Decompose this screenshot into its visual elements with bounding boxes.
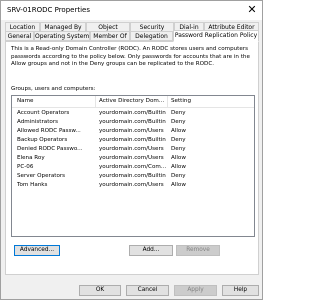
item-name: Tom Hanks [17,182,48,188]
item-name: Server Operators [17,173,66,179]
item-setting: Allow [171,182,186,188]
groups-list[interactable]: Name Active Directory Dom... Setting Acc… [11,95,255,237]
column-separator[interactable] [167,96,168,107]
item-name: Account Operators [17,110,70,116]
apply-button[interactable]: Apply [174,285,217,296]
advanced-button[interactable]: Advanced... [14,245,60,256]
item-setting: Allow [171,164,186,170]
item-name: Allowed RODC Passw... [17,128,81,134]
close-icon[interactable]: ✕ [244,3,260,17]
tab-delegation[interactable]: Delegation [130,31,173,41]
column-setting[interactable]: Setting [171,98,211,104]
column-separator[interactable] [95,96,96,107]
groups-label: Groups, users and computers: [11,86,96,92]
list-item[interactable]: Tom Hanks yourdomain.com/Users Allow [12,181,254,190]
list-item[interactable]: Account Operators yourdomain.com/Builtin… [12,109,254,118]
rodc-description: This is a Read-only Domain Controller (R… [11,46,250,67]
title-bar: SRV-01RODC Properties ✕ [1,1,262,20]
column-name[interactable]: Name [17,98,95,104]
list-item[interactable]: Server Operators yourdomain.com/Builtin … [12,172,254,181]
item-setting: Deny [171,173,186,179]
ok-button[interactable]: OK [79,285,121,296]
item-ad-domain: yourdomain.com/Users [99,182,164,188]
item-name: PC-06 [17,164,34,170]
item-ad-domain: yourdomain.com/Com... [99,164,166,170]
list-header: Name Active Directory Dom... Setting [12,96,254,108]
remove-button[interactable]: Remove [176,245,220,256]
tab-general[interactable]: General [5,31,34,41]
add-button[interactable]: Add... [129,245,173,256]
item-ad-domain: yourdomain.com/Users [99,155,164,161]
tab-member-of[interactable]: Member Of [90,31,130,41]
column-ad-domain[interactable]: Active Directory Dom... [99,98,166,104]
item-ad-domain: yourdomain.com/Builtin [99,137,166,143]
item-ad-domain: yourdomain.com/Builtin [99,110,166,116]
password-replication-panel: This is a Read-only Domain Controller (R… [5,41,259,275]
list-item[interactable]: Denied RODC Passwo... yourdomain.com/Use… [12,145,254,154]
item-setting: Allow [171,128,186,134]
window-title: SRV-01RODC Properties [7,6,90,14]
item-ad-domain: yourdomain.com/Users [99,128,164,134]
item-name: Elena Roy [17,155,45,161]
tab-password-replication-policy[interactable]: Password Replication Policy [173,30,259,42]
cancel-button[interactable]: Cancel [126,285,169,296]
item-name: Administrators [17,119,59,125]
item-ad-domain: yourdomain.com/Users [99,146,164,152]
properties-dialog: SRV-01RODC Properties ✕ Location Managed… [0,0,263,300]
item-setting: Deny [171,137,186,143]
item-name: Backup Operators [17,137,68,143]
help-button[interactable]: Help [222,285,259,296]
tab-operating-system[interactable]: Operating System [34,31,90,41]
item-name: Denied RODC Passwo... [17,146,83,152]
list-item[interactable]: Allowed RODC Passw... yourdomain.com/Use… [12,127,254,136]
item-ad-domain: yourdomain.com/Builtin [99,119,166,125]
list-item[interactable]: PC-06 yourdomain.com/Com... Allow [12,163,254,172]
item-setting: Deny [171,146,186,152]
list-item[interactable]: Elena Roy yourdomain.com/Users Allow [12,154,254,163]
item-setting: Deny [171,119,186,125]
item-setting: Deny [171,110,186,116]
list-item[interactable]: Backup Operators yourdomain.com/Builtin … [12,136,254,145]
list-item[interactable]: Administrators yourdomain.com/Builtin De… [12,118,254,127]
item-setting: Allow [171,155,186,161]
item-ad-domain: yourdomain.com/Builtin [99,173,166,179]
